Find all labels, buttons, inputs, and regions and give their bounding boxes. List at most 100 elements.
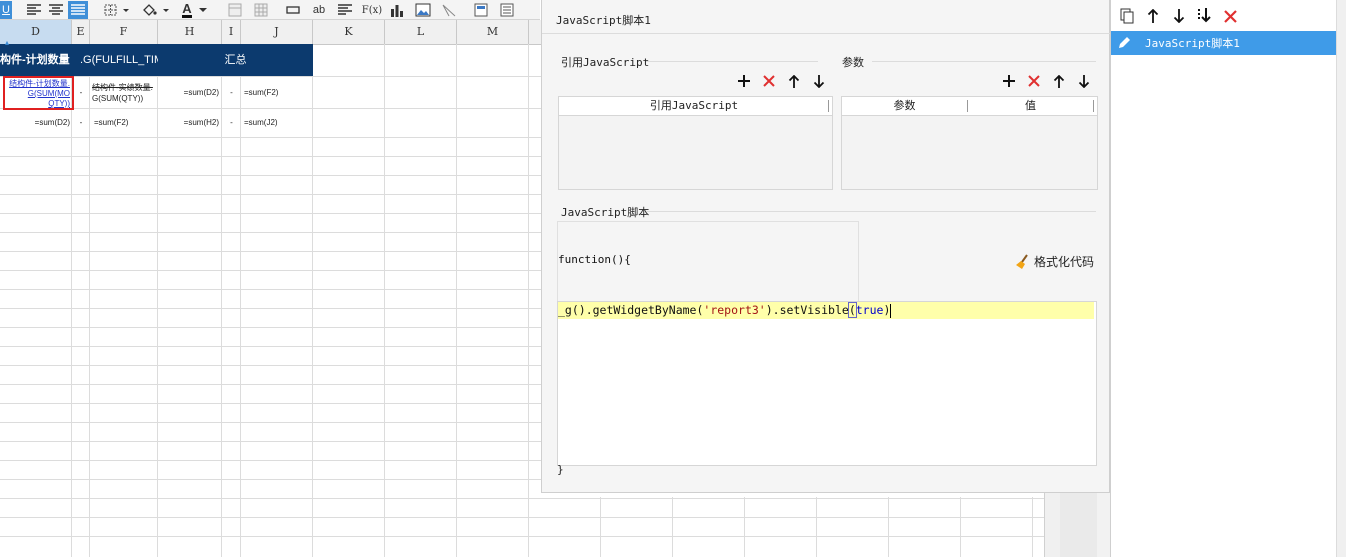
- border-button[interactable]: [102, 1, 132, 19]
- underline-button[interactable]: U: [0, 1, 12, 19]
- header-cell-d[interactable]: 构件-计划数量: [0, 44, 80, 76]
- merge-button[interactable]: [226, 1, 244, 19]
- move-up-button[interactable]: [1145, 8, 1161, 24]
- copy-icon: [1120, 8, 1134, 24]
- cell-j3[interactable]: =sum(J2): [244, 108, 312, 137]
- border-icon: [104, 4, 129, 16]
- code-closing-brace: }: [557, 463, 564, 476]
- broom-icon: [1016, 253, 1028, 269]
- refs-table-header-label: 引用JavaScript: [649, 99, 739, 112]
- script-list-item-label: JavaScript脚本1: [1145, 37, 1240, 50]
- align-left-button[interactable]: [24, 1, 44, 19]
- cell-h2[interactable]: =sum(D2): [158, 76, 222, 108]
- align-justify-button[interactable]: [68, 1, 88, 19]
- table-icon: [254, 3, 268, 17]
- chart-button[interactable]: [388, 1, 406, 19]
- cell-f2-line1: 结构件-实绩数量.: [92, 83, 153, 92]
- text-field-icon: [286, 6, 300, 14]
- params-delete-button[interactable]: [1026, 73, 1042, 89]
- cell-i3[interactable]: -: [222, 108, 241, 137]
- list-icon: [500, 3, 514, 17]
- formula-button[interactable]: F(x): [360, 1, 384, 19]
- fill-color-button[interactable]: [140, 1, 172, 19]
- paragraph-button[interactable]: [336, 1, 354, 19]
- selected-cell-d2[interactable]: 结构件-计划数量. G(SUM(MO QTY)): [3, 76, 74, 110]
- table-button[interactable]: [252, 1, 270, 19]
- move-bottom-icon: [1198, 8, 1211, 23]
- text-button[interactable]: ab: [310, 1, 328, 19]
- header-cell-summary[interactable]: 汇总: [158, 44, 313, 76]
- section-label-script: JavaScript脚本: [561, 206, 650, 219]
- refs-table[interactable]: 引用JavaScript: [558, 96, 833, 190]
- diagonal-icon: [442, 4, 456, 17]
- params-move-up-button[interactable]: [1051, 73, 1067, 89]
- column-header-h[interactable]: H: [158, 20, 222, 44]
- header-cell-ef[interactable]: .G(FULFILL_TIM: [80, 44, 158, 76]
- code-token-matched-paren: (: [847, 302, 857, 318]
- column-header-k[interactable]: K: [313, 20, 385, 44]
- cell-d2-line1: 结构件-计划数量.: [9, 79, 70, 88]
- copy-button[interactable]: [1119, 8, 1135, 24]
- params-table-header-value: 值: [1025, 99, 1036, 112]
- move-bottom-button[interactable]: [1196, 8, 1212, 24]
- arrow-up-icon: [788, 74, 800, 88]
- delete-icon: [1028, 75, 1040, 87]
- cell-e3[interactable]: -: [72, 108, 90, 137]
- field-button[interactable]: [284, 1, 302, 19]
- cell-f3[interactable]: =sum(F2): [94, 108, 158, 137]
- code-function-signature: function(){: [558, 253, 631, 266]
- params-table[interactable]: 参数 值: [841, 96, 1098, 190]
- delete-icon: [763, 75, 775, 87]
- cell-d2-line2: G(SUM(MO: [27, 89, 70, 98]
- cell-f2[interactable]: 结构件-实绩数量. G(SUM(QTY)): [92, 78, 156, 108]
- params-table-header-param: 参数: [893, 99, 916, 112]
- paragraph-icon: [338, 4, 352, 15]
- delete-button[interactable]: [1222, 8, 1238, 24]
- code-editor[interactable]: _g().getWidgetByName('report3').setVisib…: [557, 301, 1097, 466]
- code-editor-line: _g().getWidgetByName('report3').setVisib…: [558, 302, 1094, 319]
- section-label-refs: 引用JavaScript: [561, 56, 650, 69]
- cell-f2-line2: G(SUM(QTY)): [92, 94, 144, 103]
- code-token-mid: ).setVisible: [765, 303, 849, 317]
- refs-move-up-button[interactable]: [786, 73, 802, 89]
- cell-j2[interactable]: =sum(F2): [244, 76, 312, 108]
- column-header-m[interactable]: M: [457, 20, 529, 44]
- cell-e2[interactable]: -: [72, 76, 90, 108]
- format-code-label: 格式化代码: [1034, 255, 1095, 269]
- form-button[interactable]: [472, 1, 490, 19]
- params-move-down-button[interactable]: [1076, 73, 1092, 89]
- plus-icon: [1003, 75, 1015, 87]
- refs-delete-button[interactable]: [761, 73, 777, 89]
- underline-icon: U: [2, 4, 10, 16]
- font-color-button[interactable]: A: [178, 1, 212, 19]
- column-header-f[interactable]: F: [90, 20, 158, 44]
- arrow-up-icon: [1147, 9, 1159, 23]
- edit-icon: [1119, 37, 1130, 48]
- image-button[interactable]: [413, 1, 433, 19]
- text-cursor: [890, 303, 892, 318]
- font-color-icon: A: [182, 0, 192, 18]
- code-token-keyword: true: [855, 303, 884, 317]
- cell-i2[interactable]: -: [222, 76, 241, 108]
- plus-icon: [738, 75, 750, 87]
- refs-move-down-button[interactable]: [811, 73, 827, 89]
- slash-button[interactable]: [440, 1, 458, 19]
- params-table-header: 参数 值: [842, 97, 1097, 116]
- list-button[interactable]: [498, 1, 516, 19]
- format-code-button[interactable]: 格式化代码: [1015, 253, 1094, 270]
- refs-table-header: 引用JavaScript: [559, 97, 832, 116]
- cell-d3[interactable]: =sum(D2): [0, 108, 72, 137]
- column-header-j[interactable]: J: [241, 20, 313, 44]
- column-header-l[interactable]: L: [385, 20, 457, 44]
- cell-h3[interactable]: =sum(H2): [158, 108, 222, 137]
- code-token-prefix: _g().getWidgetByName(: [558, 303, 704, 317]
- align-center-button[interactable]: [46, 1, 66, 19]
- column-header-e[interactable]: E: [72, 20, 90, 44]
- params-add-button[interactable]: [1001, 73, 1017, 89]
- script-list-item[interactable]: JavaScript脚本1: [1111, 31, 1336, 55]
- arrow-up-icon: [1053, 74, 1065, 88]
- column-header-i[interactable]: I: [222, 20, 241, 44]
- refs-add-button[interactable]: [736, 73, 752, 89]
- chevron-down-icon: [198, 8, 207, 12]
- move-down-button[interactable]: [1171, 8, 1187, 24]
